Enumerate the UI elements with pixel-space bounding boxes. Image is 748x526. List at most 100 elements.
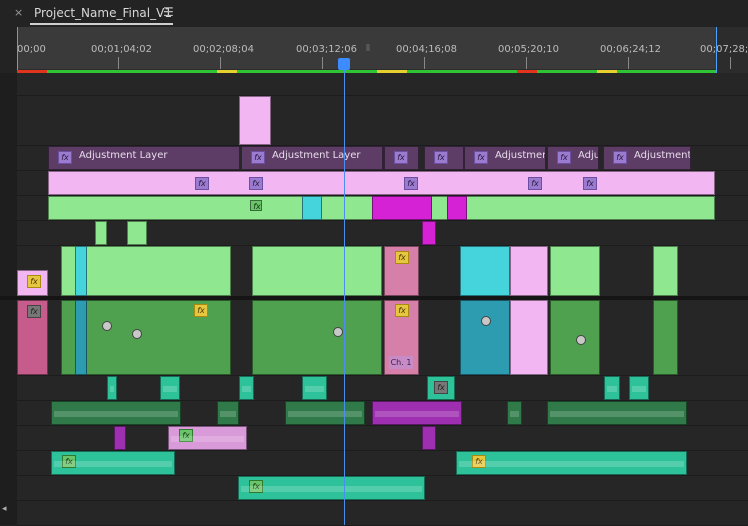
audio-track-a5[interactable]: fx xyxy=(17,476,748,501)
fx-badge: fx xyxy=(394,151,408,164)
ruler-timecode: 00;06;24;12 xyxy=(600,44,662,55)
audio-clip[interactable] xyxy=(547,401,687,425)
video-track-v1[interactable]: fx fx fx xyxy=(17,300,748,376)
video-clip[interactable]: fx xyxy=(250,200,262,211)
audio-clip[interactable] xyxy=(51,401,181,425)
adjustment-layer-clip[interactable]: fx Adju xyxy=(547,146,599,170)
audio-clip[interactable] xyxy=(372,401,462,425)
video-clip[interactable] xyxy=(95,221,107,245)
keyframe-icon[interactable] xyxy=(102,321,112,331)
audio-clip[interactable] xyxy=(302,376,327,400)
video-clip[interactable] xyxy=(510,246,548,296)
ruler-tick xyxy=(628,57,629,69)
active-tab-indicator xyxy=(30,23,173,25)
fx-badge: fx xyxy=(395,304,409,317)
video-track-v5[interactable] xyxy=(17,221,748,246)
video-clip[interactable] xyxy=(550,300,600,375)
fx-badge: fx xyxy=(249,177,263,190)
fx-badge: fx xyxy=(557,151,571,164)
sequence-tab-bar: × Project_Name_Final_V1 ☰ xyxy=(0,0,748,27)
playhead-line[interactable] xyxy=(344,63,345,525)
video-clip[interactable] xyxy=(75,246,87,296)
audio-clip[interactable]: fx xyxy=(51,451,175,475)
keyframe-icon[interactable] xyxy=(333,327,343,337)
video-track-v7[interactable]: fx fx fx fx fx xyxy=(17,171,748,196)
video-clip[interactable] xyxy=(302,196,322,220)
adjustment-layer-clip[interactable]: fx Adjustment L xyxy=(603,146,691,170)
audio-clip[interactable] xyxy=(422,426,436,450)
video-clip-strip[interactable]: fx fx fx fx fx xyxy=(48,171,715,195)
video-clip[interactable] xyxy=(239,96,271,145)
video-clip[interactable] xyxy=(460,300,510,375)
audio-clip[interactable] xyxy=(629,376,649,400)
audio-clip[interactable] xyxy=(114,426,126,450)
video-clip[interactable] xyxy=(252,300,382,375)
video-clip[interactable] xyxy=(447,196,467,220)
audio-clip[interactable] xyxy=(217,401,239,425)
video-track-v10[interactable] xyxy=(17,73,748,96)
ruler-timecode: 00;02;08;04 xyxy=(193,44,255,55)
audio-clip[interactable]: fx xyxy=(238,476,425,500)
audio-track-a1[interactable]: fx xyxy=(17,376,748,401)
adjustment-layer-clip[interactable]: fx Adjustment Layer xyxy=(48,146,240,170)
audio-clip[interactable]: fx xyxy=(427,376,455,400)
scroll-left-icon[interactable]: ◂ xyxy=(2,504,7,514)
video-track-v9[interactable] xyxy=(17,96,748,146)
audio-clip[interactable]: fx xyxy=(456,451,687,475)
ruler-timecode: 00;07;28;1 xyxy=(700,44,748,55)
audio-clip[interactable] xyxy=(107,376,117,400)
clip-label: Adjustment xyxy=(495,150,545,161)
adjustment-track[interactable]: fx Adjustment Layer fx Adjustment Layer … xyxy=(17,146,748,171)
fx-badge: fx xyxy=(27,305,41,318)
video-clip[interactable] xyxy=(422,221,436,245)
video-clip[interactable] xyxy=(460,246,510,296)
audio-clip[interactable] xyxy=(239,376,254,400)
audio-clip[interactable] xyxy=(507,401,522,425)
time-ruler[interactable]: 00;00 00;01;04;02 00;02;08;04 00;03;12;0… xyxy=(17,27,748,73)
close-icon[interactable]: × xyxy=(14,6,23,19)
keyframe-icon[interactable] xyxy=(481,316,491,326)
keyframe-icon[interactable] xyxy=(576,335,586,345)
adjustment-layer-clip[interactable]: fx Adjustment xyxy=(464,146,546,170)
fx-badge: fx xyxy=(251,201,261,210)
video-clip[interactable] xyxy=(372,196,432,220)
audio-clip[interactable] xyxy=(160,376,180,400)
audio-track-a2[interactable] xyxy=(17,401,748,426)
work-area-end[interactable] xyxy=(716,27,717,73)
adjustment-layer-clip[interactable]: fx xyxy=(424,146,464,170)
video-clip[interactable] xyxy=(75,300,87,375)
adjustment-layer-clip[interactable]: fx Adjustment Layer xyxy=(241,146,383,170)
ruler-tick xyxy=(118,57,119,69)
video-clip[interactable] xyxy=(127,221,147,245)
ruler-marker-icon: ⦀ xyxy=(366,44,370,54)
audio-track-a3[interactable]: fx xyxy=(17,426,748,451)
audio-track-a6[interactable] xyxy=(17,501,748,526)
audio-clip[interactable] xyxy=(285,401,365,425)
video-clip[interactable] xyxy=(550,246,600,296)
ruler-tick xyxy=(526,57,527,69)
video-clip[interactable]: fx xyxy=(17,270,48,296)
work-area-start[interactable] xyxy=(17,27,18,73)
playhead-handle[interactable] xyxy=(338,58,350,70)
video-track-v4[interactable]: fx fx xyxy=(17,246,748,297)
video-clip[interactable] xyxy=(252,246,382,296)
video-clip[interactable]: fx xyxy=(17,300,48,375)
audio-track-a4[interactable]: fx fx xyxy=(17,451,748,476)
ruler-timecode: 00;05;20;10 xyxy=(498,44,560,55)
clip-label: Adju xyxy=(578,150,599,161)
video-clip[interactable] xyxy=(653,300,678,375)
audio-clip[interactable] xyxy=(604,376,620,400)
fx-badge: fx xyxy=(195,177,209,190)
video-clip[interactable] xyxy=(653,246,678,296)
video-clip[interactable]: fx xyxy=(384,246,419,296)
video-track-v6[interactable]: fx xyxy=(17,196,748,221)
clip-channel-label: Ch. 1 xyxy=(389,356,413,369)
fx-badge: fx xyxy=(583,177,597,190)
video-clip[interactable] xyxy=(510,300,548,375)
panel-menu-icon[interactable]: ☰ xyxy=(163,5,174,19)
adjustment-layer-clip[interactable]: fx xyxy=(384,146,419,170)
keyframe-icon[interactable] xyxy=(132,329,142,339)
clip-label: Adjustment L xyxy=(634,150,691,161)
audio-clip[interactable]: fx xyxy=(168,426,247,450)
sequence-tab-title[interactable]: Project_Name_Final_V1 xyxy=(34,6,172,20)
